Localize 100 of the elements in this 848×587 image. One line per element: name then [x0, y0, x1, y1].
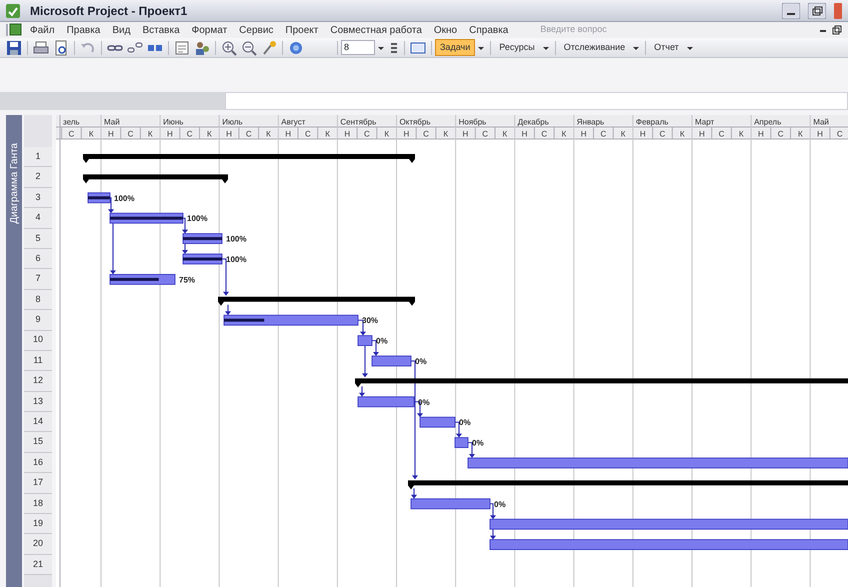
timescale-unit-label: С: [660, 130, 666, 138]
percent-label: 0%: [459, 418, 471, 428]
restore-icon[interactable]: [832, 24, 842, 36]
task-bar: [420, 416, 456, 428]
month-label: Декабрь: [518, 118, 549, 126]
menu-item[interactable]: Вставка: [136, 22, 186, 38]
view-bar-label: Диаграмма Ганта: [8, 143, 20, 224]
timescale-unit-label: К: [502, 130, 508, 138]
timescale-unit-label: С: [718, 130, 724, 138]
percent-label: 100%: [226, 255, 246, 264]
timescale-unit-label: С: [304, 130, 311, 138]
percent-label: 0%: [472, 438, 484, 448]
table-view-icon[interactable]: [410, 40, 426, 56]
guide-button[interactable]: Отчет: [649, 39, 684, 56]
row-number: 17: [24, 473, 52, 494]
dependency-arrow: [362, 345, 368, 378]
menu-grip-icon[interactable]: [6, 23, 22, 37]
timescale-unit-label: Н: [640, 130, 646, 138]
row-number: 21: [24, 554, 52, 576]
wizard-icon[interactable]: [261, 40, 277, 56]
timescale-unit-label: Н: [698, 130, 705, 138]
month-label: зель: [63, 118, 80, 126]
guide-button[interactable]: Задачи: [435, 39, 476, 56]
menu-item[interactable]: Окно: [428, 22, 464, 38]
timescale-unit-label: С: [246, 130, 252, 138]
row-number: 14: [24, 412, 52, 432]
timescale-unit-label: С: [541, 130, 548, 138]
menu-item[interactable]: Вид: [106, 22, 136, 38]
menu-item[interactable]: Сервис: [233, 22, 280, 38]
menu-item[interactable]: Формат: [186, 22, 234, 38]
timescale-unit-label: Н: [108, 130, 114, 138]
print-preview-icon[interactable]: [53, 40, 69, 56]
menu-item[interactable]: Проект: [279, 22, 324, 38]
percent-label: 100%: [114, 194, 134, 203]
percent-label: 0%: [376, 336, 388, 346]
timescale-unit-label: С: [364, 130, 370, 138]
dependency-arrow: [490, 503, 496, 520]
timescale-unit-label: К: [443, 130, 448, 138]
timescale-unit-label: С: [600, 130, 606, 138]
menu-item[interactable]: Правка: [60, 22, 106, 38]
minimize-icon[interactable]: [782, 2, 800, 18]
row-number: 6: [24, 248, 52, 270]
row-number: 15: [24, 432, 52, 453]
note-icon[interactable]: [174, 40, 190, 56]
timescale-unit-label: Н: [758, 130, 764, 138]
dependency-arrow: [110, 222, 116, 274]
zoom-out-icon[interactable]: [241, 40, 257, 56]
task-bar: [454, 437, 468, 448]
timescale-unit-label: К: [266, 130, 271, 138]
dependency-arrow: [225, 304, 231, 316]
timescale-unit-label: С: [423, 130, 429, 138]
month-label: Март: [695, 118, 714, 126]
menu-item[interactable]: Файл: [24, 22, 61, 38]
row-number: 19: [24, 514, 52, 534]
timescale-unit-label: Н: [580, 130, 587, 138]
month-label: Февраль: [636, 118, 668, 126]
row-number: 8: [24, 290, 52, 310]
zoom-in-icon[interactable]: [221, 40, 237, 56]
task-bar: [358, 335, 372, 346]
timescale-unit-label: К: [798, 130, 803, 138]
timescale-unit-label: С: [836, 130, 843, 138]
timescale-unit-label: Н: [817, 130, 823, 138]
dependency-arrow: [182, 243, 188, 254]
timescale-unit-label: К: [88, 130, 94, 138]
row-number: 9: [24, 310, 52, 331]
guide-button[interactable]: Ресурсы: [494, 39, 540, 56]
row-number: 12: [24, 371, 52, 392]
timescale-unit-label: Н: [403, 130, 410, 138]
help-icon[interactable]: [288, 40, 304, 56]
dependency-arrow: [359, 386, 365, 397]
entry-field[interactable]: [225, 92, 848, 110]
close-icon[interactable]: [834, 2, 842, 18]
row-number: 10: [24, 330, 52, 351]
timescale-unit-label: К: [325, 130, 330, 138]
row-number: 20: [24, 534, 52, 555]
row-number: 1: [24, 147, 52, 168]
percent-label: 100%: [226, 234, 246, 244]
font-size-field[interactable]: 8: [341, 40, 375, 55]
guide-button[interactable]: Отслеживание: [558, 39, 630, 56]
month-label: Май: [813, 118, 829, 126]
month-label: Ноябрь: [458, 118, 486, 126]
month-label: Январь: [576, 118, 604, 126]
restore-icon[interactable]: [808, 2, 826, 18]
window-title: Microsoft Project - Проект1: [30, 2, 188, 20]
view-bar[interactable]: Диаграмма Ганта: [6, 115, 22, 587]
dependency-arrow: [411, 488, 417, 499]
row-number: 2: [24, 167, 52, 188]
timescale-unit-label: Н: [285, 130, 292, 138]
menu-item[interactable]: Совместная работа: [324, 22, 428, 38]
help-search-field[interactable]: Введите вопрос: [538, 22, 648, 38]
month-label: Сентябрь: [340, 118, 376, 126]
timescale-unit-label: С: [186, 130, 193, 138]
timescale-unit-label: К: [384, 130, 389, 138]
assign-icon[interactable]: [194, 40, 210, 56]
menu-item[interactable]: Справка: [463, 22, 514, 38]
dependency-arrow: [108, 197, 114, 214]
timescale-unit-label: С: [68, 130, 74, 138]
printer-icon[interactable]: [33, 40, 49, 56]
broken-link-icon[interactable]: [127, 40, 143, 56]
row-number: 18: [24, 494, 52, 514]
